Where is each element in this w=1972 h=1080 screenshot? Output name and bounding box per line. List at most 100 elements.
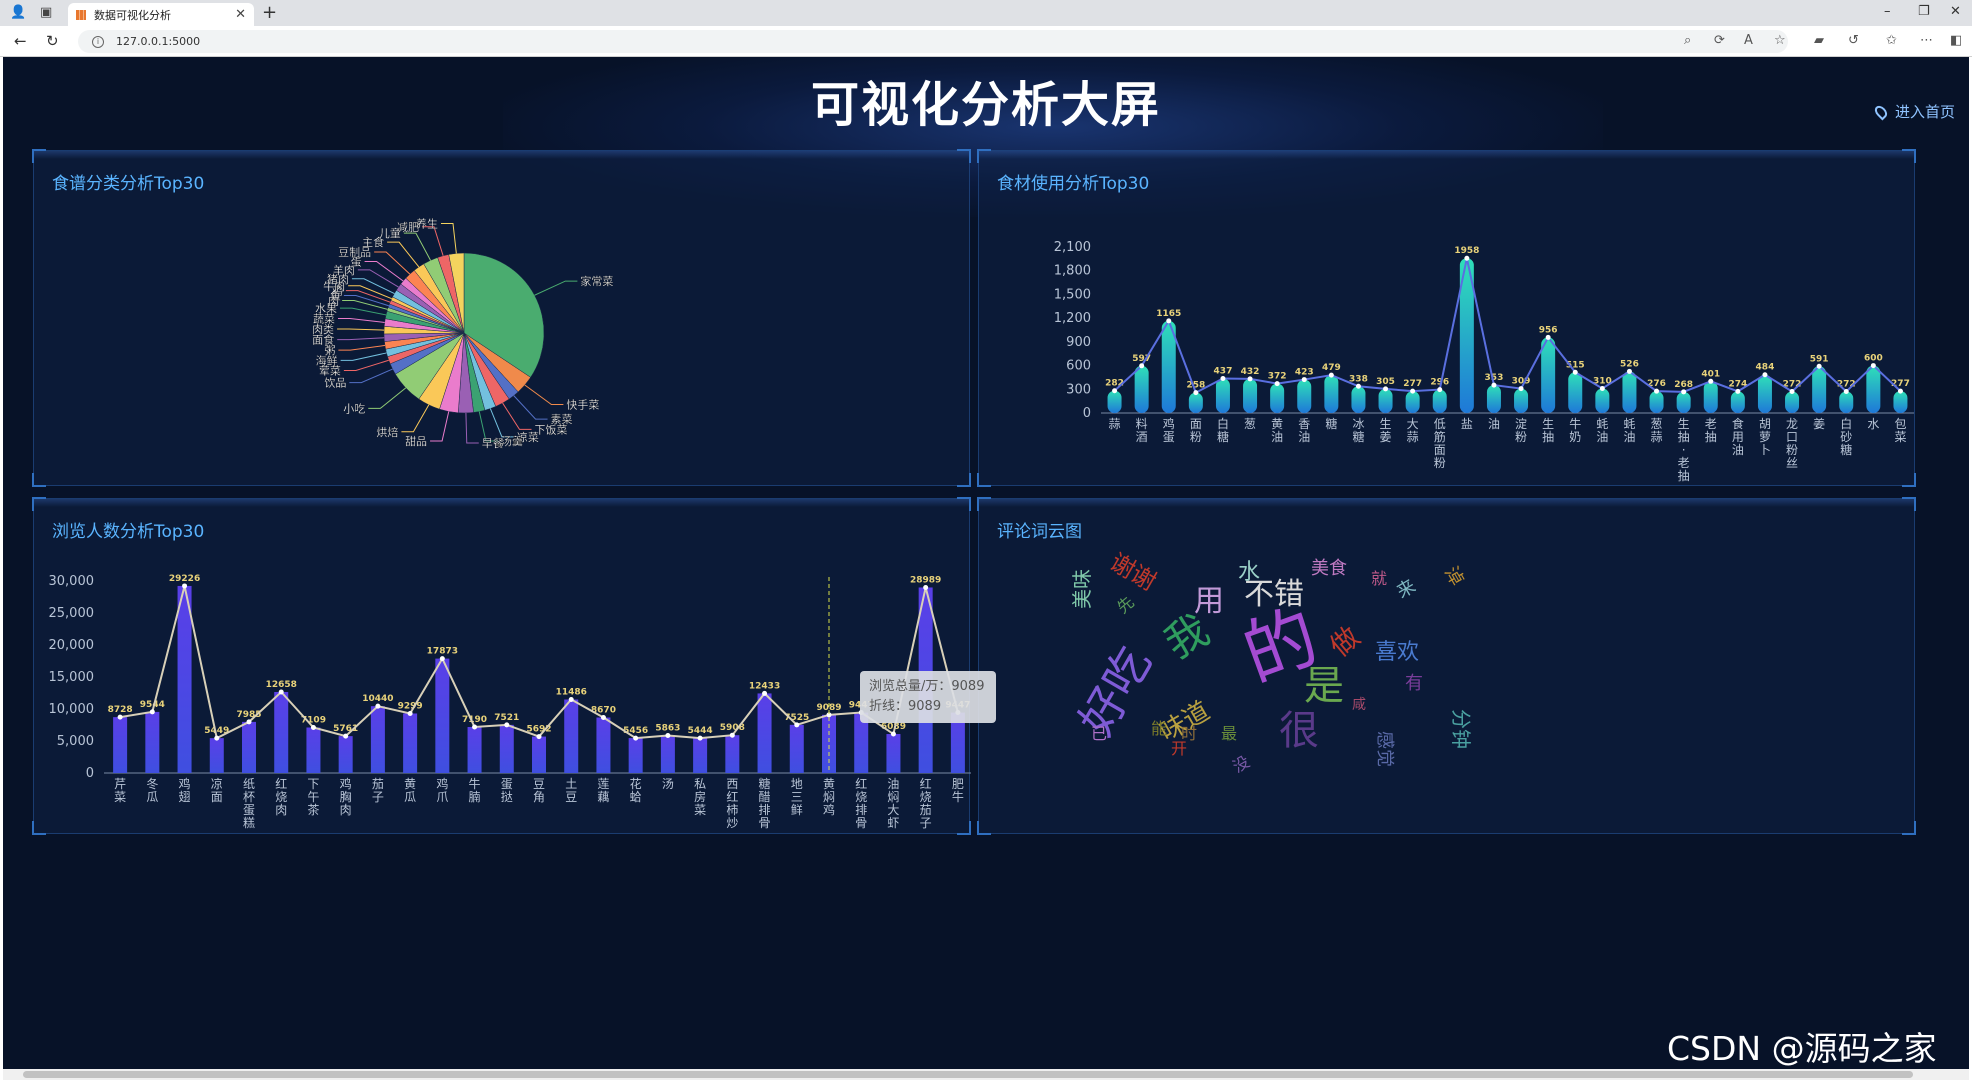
word[interactable]: 没 bbox=[1230, 752, 1253, 776]
data-label: 479 bbox=[1322, 363, 1341, 373]
home-link[interactable]: 进入首页 bbox=[1872, 101, 1955, 122]
bar bbox=[499, 724, 514, 773]
close-window-button[interactable]: ✕ bbox=[1950, 4, 1961, 19]
back-arrow-icon[interactable]: ← bbox=[14, 32, 27, 50]
x-tick-label: 黄 bbox=[404, 777, 416, 791]
word[interactable]: 用 bbox=[1194, 584, 1224, 619]
scrollbar-thumb[interactable] bbox=[23, 1071, 1913, 1078]
x-tick-label: 鸡 bbox=[436, 776, 448, 791]
pie-label: 小吃 bbox=[343, 402, 365, 415]
word-cloud[interactable]: 的好吃我是不错用很做 喜欢味道美味 谢谢 美食水分钟有感觉就 来已开时 最能淖没先咸 bbox=[979, 499, 1916, 835]
x-tick-label: 油 bbox=[1488, 417, 1500, 431]
pie-label: 家常菜 bbox=[580, 274, 613, 288]
bar bbox=[242, 721, 256, 773]
x-tick-label: 面 bbox=[1190, 417, 1202, 431]
y-tick-label: 25,000 bbox=[49, 606, 95, 621]
maximize-button[interactable]: ❐ bbox=[1918, 4, 1930, 19]
bar bbox=[274, 691, 289, 773]
reload-icon[interactable]: ↻ bbox=[46, 32, 59, 50]
views-bar-chart[interactable]: 0 5,000 10,000 15,000 20,000 25,000 30,000 8728… bbox=[34, 499, 971, 835]
x-tick-label: 水 bbox=[1867, 417, 1879, 431]
zoom-icon[interactable]: ⌕ bbox=[1684, 33, 1691, 48]
minimize-button[interactable]: – bbox=[1884, 4, 1891, 19]
pie-chart[interactable]: 家常菜快手菜素菜下饭菜凉菜汤羹早餐甜品烘焙小吃饮品荤菜海鲜粥面食肉类蔬菜水果肉鱼… bbox=[34, 151, 971, 487]
word[interactable]: 先 bbox=[1113, 592, 1137, 617]
favorite-star-icon[interactable]: ☆ bbox=[1774, 33, 1786, 48]
horizontal-scrollbar[interactable] bbox=[3, 1069, 1969, 1080]
refresh-page-icon[interactable]: ↺ bbox=[1848, 33, 1859, 48]
word[interactable]: 最 bbox=[1221, 724, 1237, 743]
line-point bbox=[665, 732, 671, 738]
line-point bbox=[1870, 363, 1876, 369]
x-tick-label: 鸡 bbox=[1163, 416, 1175, 431]
word[interactable]: 时 bbox=[1181, 724, 1197, 743]
x-tick-label: 午 bbox=[307, 790, 319, 804]
word[interactable]: 已 bbox=[1091, 724, 1107, 743]
word[interactable]: 好吃 bbox=[1069, 638, 1162, 745]
pie-label-line bbox=[339, 307, 387, 316]
x-tick-label: 油 bbox=[1732, 443, 1744, 457]
x-tick-label: 菜 bbox=[1894, 430, 1906, 444]
word[interactable]: 美味 bbox=[1070, 569, 1094, 609]
y-tick-label: 600 bbox=[1066, 359, 1091, 374]
x-tick-label: 三 bbox=[791, 790, 803, 804]
x-tick-label: 蚝 bbox=[1623, 417, 1635, 431]
x-tick-label: 排 bbox=[759, 803, 771, 817]
word[interactable]: 就 bbox=[1371, 569, 1387, 588]
bar bbox=[1514, 388, 1529, 413]
x-tick-label: 卜 bbox=[1759, 443, 1771, 457]
bar bbox=[725, 735, 740, 773]
data-label: 437 bbox=[1214, 366, 1233, 376]
y-tick-label: 15,000 bbox=[49, 670, 95, 685]
tab-close-button[interactable]: ✕ bbox=[235, 7, 246, 22]
word[interactable]: 美食 bbox=[1311, 558, 1347, 579]
data-label: 591 bbox=[1810, 354, 1829, 364]
x-tick-label: 糕 bbox=[243, 816, 255, 830]
word[interactable]: 分钟 bbox=[1449, 709, 1473, 749]
word[interactable]: 水 bbox=[1238, 560, 1260, 585]
chart-tooltip: 浏览总量/万：9089 折线：9089 bbox=[860, 671, 996, 723]
line-point bbox=[1355, 383, 1361, 389]
x-tick-label: 丝 bbox=[1786, 456, 1798, 470]
bar bbox=[1730, 391, 1745, 413]
new-tab-button[interactable]: + bbox=[262, 2, 277, 23]
word[interactable]: 能 bbox=[1151, 719, 1167, 738]
x-tick-label: 杯 bbox=[243, 790, 255, 804]
read-aloud-icon[interactable]: A bbox=[1744, 33, 1753, 48]
sidebar-icon[interactable]: ◧ bbox=[1950, 33, 1962, 48]
bar bbox=[1486, 385, 1501, 413]
word[interactable]: 感觉 bbox=[1374, 731, 1395, 767]
word[interactable]: 做 bbox=[1324, 620, 1367, 663]
word[interactable]: 谢谢 bbox=[1105, 548, 1161, 596]
ingredient-bar-chart[interactable]: 03006009001,2001,5001,8002,100282蒜597料酒1… bbox=[979, 151, 1916, 487]
bar bbox=[1324, 375, 1339, 413]
pie-label-line bbox=[513, 395, 548, 420]
word[interactable]: 是 bbox=[1304, 663, 1344, 709]
site-info-icon[interactable]: i bbox=[92, 35, 104, 48]
word[interactable]: 咸 bbox=[1352, 697, 1366, 713]
url-field[interactable]: i 127.0.0.1:5000 bbox=[78, 30, 1788, 53]
bar bbox=[403, 713, 418, 773]
tab-actions-icon[interactable]: ▣ bbox=[40, 5, 52, 20]
y-tick-label: 0 bbox=[86, 766, 94, 781]
word[interactable]: 喜欢 bbox=[1375, 640, 1419, 665]
folder-icon[interactable]: ▰ bbox=[1814, 33, 1824, 48]
word[interactable]: 淖 bbox=[1440, 563, 1467, 589]
translate-icon[interactable]: ⟳ bbox=[1714, 33, 1725, 48]
line-point bbox=[1518, 386, 1524, 392]
favorites-icon[interactable]: ✩ bbox=[1886, 33, 1897, 48]
bar bbox=[1134, 365, 1149, 413]
more-icon[interactable]: ⋯ bbox=[1920, 33, 1933, 48]
data-label: 12433 bbox=[749, 681, 780, 691]
x-tick-label: 糖 bbox=[1325, 416, 1337, 431]
x-tick-label: 醋 bbox=[759, 789, 771, 804]
panel-views: 浏览人数分析Top30 0 5,000 10,000 15,000 20,000 25,0… bbox=[32, 497, 971, 835]
browser-tab[interactable]: 数据可视化分析 ✕ bbox=[68, 3, 254, 26]
profile-icon[interactable]: 👤 bbox=[10, 5, 26, 20]
word[interactable]: 来 bbox=[1393, 576, 1419, 603]
word[interactable]: 有 bbox=[1405, 673, 1423, 694]
word[interactable]: 很 bbox=[1279, 708, 1319, 754]
x-tick-label: 蛋 bbox=[243, 803, 255, 817]
bar bbox=[1839, 391, 1854, 413]
x-tick-label: 鸡 bbox=[340, 776, 352, 791]
